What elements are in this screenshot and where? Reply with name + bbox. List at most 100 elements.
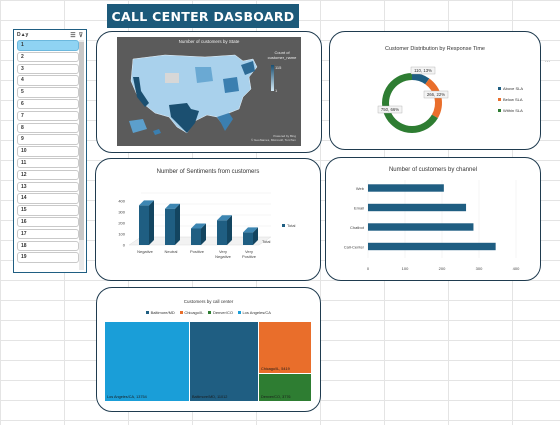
channel-bar[interactable]	[368, 203, 467, 212]
sentiment-bar-side	[227, 215, 232, 245]
y-tick-label: 400	[118, 199, 125, 204]
tile-baltimore[interactable]: Baltimore/MD, 11012	[190, 322, 258, 401]
axis-label: Total	[262, 239, 271, 244]
sentiment-bar[interactable]	[191, 228, 201, 246]
y-tick-label: 300	[118, 210, 125, 215]
y-tick-label: Web	[356, 186, 365, 191]
clear-filter-icon[interactable]: ⊽	[79, 32, 83, 39]
slicer-item[interactable]: 12	[17, 169, 79, 181]
y-tick-label: Email	[354, 205, 364, 210]
treemap-legend: Baltimore/MD Chicago/IL Denver/CO Los Angel…	[97, 310, 320, 315]
slicer-item[interactable]: 1	[17, 40, 79, 51]
selection-handle[interactable]: ⋯	[545, 59, 550, 65]
x-tick-label: 100	[402, 266, 409, 271]
multiselect-icon[interactable]: ☰	[70, 32, 75, 39]
x-tick-label: 200	[439, 266, 446, 271]
map-chart[interactable]: Number of customers by State Count of cu…	[117, 37, 301, 146]
slicer-scrollbar[interactable]	[79, 40, 84, 270]
channel-bar[interactable]	[368, 223, 474, 231]
slicer-item[interactable]: 2	[17, 51, 79, 63]
treemap-legend-item: Los Angeles/CA	[237, 310, 271, 315]
map-legend-title: Count of customer_name	[267, 50, 297, 60]
legend-swatch	[282, 224, 285, 227]
slicer-item[interactable]: 19	[17, 252, 79, 263]
x-tick-label: Negative	[215, 254, 232, 259]
slicer-item[interactable]: 16	[17, 216, 79, 228]
sentiment-bar-side	[175, 203, 180, 245]
channel-chart[interactable]: 0 100 200 300 400 Web Email Chatbot Call-Center	[326, 158, 540, 278]
sentiment-chart[interactable]: 0100200300400Negative Neutral Positive Very…	[96, 159, 316, 269]
map-legend-max: 115	[275, 65, 282, 70]
x-tick-label: Positive	[242, 254, 257, 259]
x-tick-label: 400	[513, 266, 520, 271]
slicer-item[interactable]: 11	[17, 157, 79, 169]
x-tick-label: 0	[367, 266, 370, 271]
donut-slice[interactable]	[425, 78, 442, 119]
sentiment-bar[interactable]	[243, 232, 253, 245]
donut-legend-label: Below SLA	[503, 97, 523, 102]
map-title: Number of customers by State	[178, 39, 240, 44]
sentiment-bar-side	[149, 200, 154, 245]
us-map	[129, 54, 258, 135]
state-hawaii	[153, 129, 161, 135]
donut-label: 750, 66%	[381, 107, 399, 112]
channel-bar[interactable]	[368, 184, 444, 192]
map-legend-gradient	[271, 65, 274, 91]
y-tick-label: 100	[118, 232, 125, 237]
treemap-legend-label: Los Angeles/CA	[242, 310, 271, 315]
slicer-item[interactable]: 10	[17, 146, 79, 157]
slicer-item[interactable]: 17	[17, 228, 79, 240]
y-tick-label: Chatbot	[350, 225, 365, 230]
slicer-item[interactable]: 6	[17, 98, 79, 110]
tile-label: Denver/CO, 3776	[261, 395, 291, 399]
tile-chicago[interactable]: Chicago/IL, 5419	[259, 322, 311, 373]
legend-swatch	[498, 109, 501, 112]
sentiment-bar[interactable]	[165, 208, 175, 245]
donut-label: 110, 13%	[414, 68, 432, 73]
x-tick-label: 300	[476, 266, 483, 271]
state-wyoming	[165, 73, 179, 83]
donut-slices	[382, 73, 442, 133]
y-tick-label: 200	[118, 221, 125, 226]
donut-legend-label: Above SLA	[503, 86, 523, 91]
tile-label: Chicago/IL, 5419	[261, 367, 290, 371]
map-panel: Number of customers by State Count of cu…	[96, 31, 322, 153]
treemap-legend-item: Denver/CO	[208, 310, 233, 315]
slicer-item[interactable]: 8	[17, 122, 79, 134]
slicer-item[interactable]: 7	[17, 110, 79, 122]
donut-legend-label: Within SLA	[503, 108, 523, 113]
legend-swatch	[146, 311, 150, 314]
x-tick-label: Neutral	[165, 249, 178, 254]
slicer-item[interactable]: 5	[17, 87, 79, 98]
x-tick-label: Positive	[190, 249, 205, 254]
day-slicer[interactable]: D▲y ☰ ⊽ 1 2 3 4 5 6 7 8 9 10 11 12 13 14 15 16 17 18 19	[13, 29, 87, 273]
slicer-item[interactable]: 9	[17, 134, 79, 145]
slicer-title: D▲y	[17, 32, 29, 38]
sentiment-bar[interactable]	[139, 205, 149, 245]
state-alaska	[129, 119, 147, 133]
donut-chart[interactable]: 110, 13% 266, 22% 750, 66% Above SLA Below …	[330, 32, 530, 142]
y-tick-label: 0	[123, 243, 126, 248]
legend-label: Total	[287, 223, 296, 228]
slicer-item[interactable]: 4	[17, 75, 79, 86]
map-legend-min: 1	[275, 88, 278, 93]
slicer-item[interactable]: 14	[17, 193, 79, 204]
sentiment-bar[interactable]	[217, 220, 227, 245]
slicer-scroll-thumb[interactable]	[79, 42, 84, 240]
treemap-legend-label: Chicago/IL	[184, 310, 204, 315]
treemap-panel: Customers by call center Baltimore/MD Chi…	[96, 287, 321, 412]
treemap-chart[interactable]: Los Angeles/CA, 13754 Baltimore/MD, 1101…	[105, 322, 311, 401]
slicer-header: D▲y ☰ ⊽	[17, 31, 83, 39]
slicer-item[interactable]: 13	[17, 181, 79, 193]
treemap-legend-item: Chicago/IL	[179, 310, 204, 315]
slicer-item[interactable]: 3	[17, 63, 79, 75]
tile-denver[interactable]: Denver/CO, 3776	[259, 374, 311, 401]
treemap-legend-label: Baltimore/MD	[150, 310, 175, 315]
slicer-item[interactable]: 15	[17, 205, 79, 216]
donut-panel: Customer Distribution by Response Time 1…	[329, 31, 541, 150]
dashboard-title: CALL CENTER DASBOARD	[107, 4, 299, 28]
tile-los-angeles[interactable]: Los Angeles/CA, 13754	[105, 322, 189, 401]
donut-legend: Above SLA Below SLA Within SLA	[498, 86, 523, 113]
channel-bar[interactable]	[368, 242, 496, 251]
slicer-item[interactable]: 18	[17, 240, 79, 252]
